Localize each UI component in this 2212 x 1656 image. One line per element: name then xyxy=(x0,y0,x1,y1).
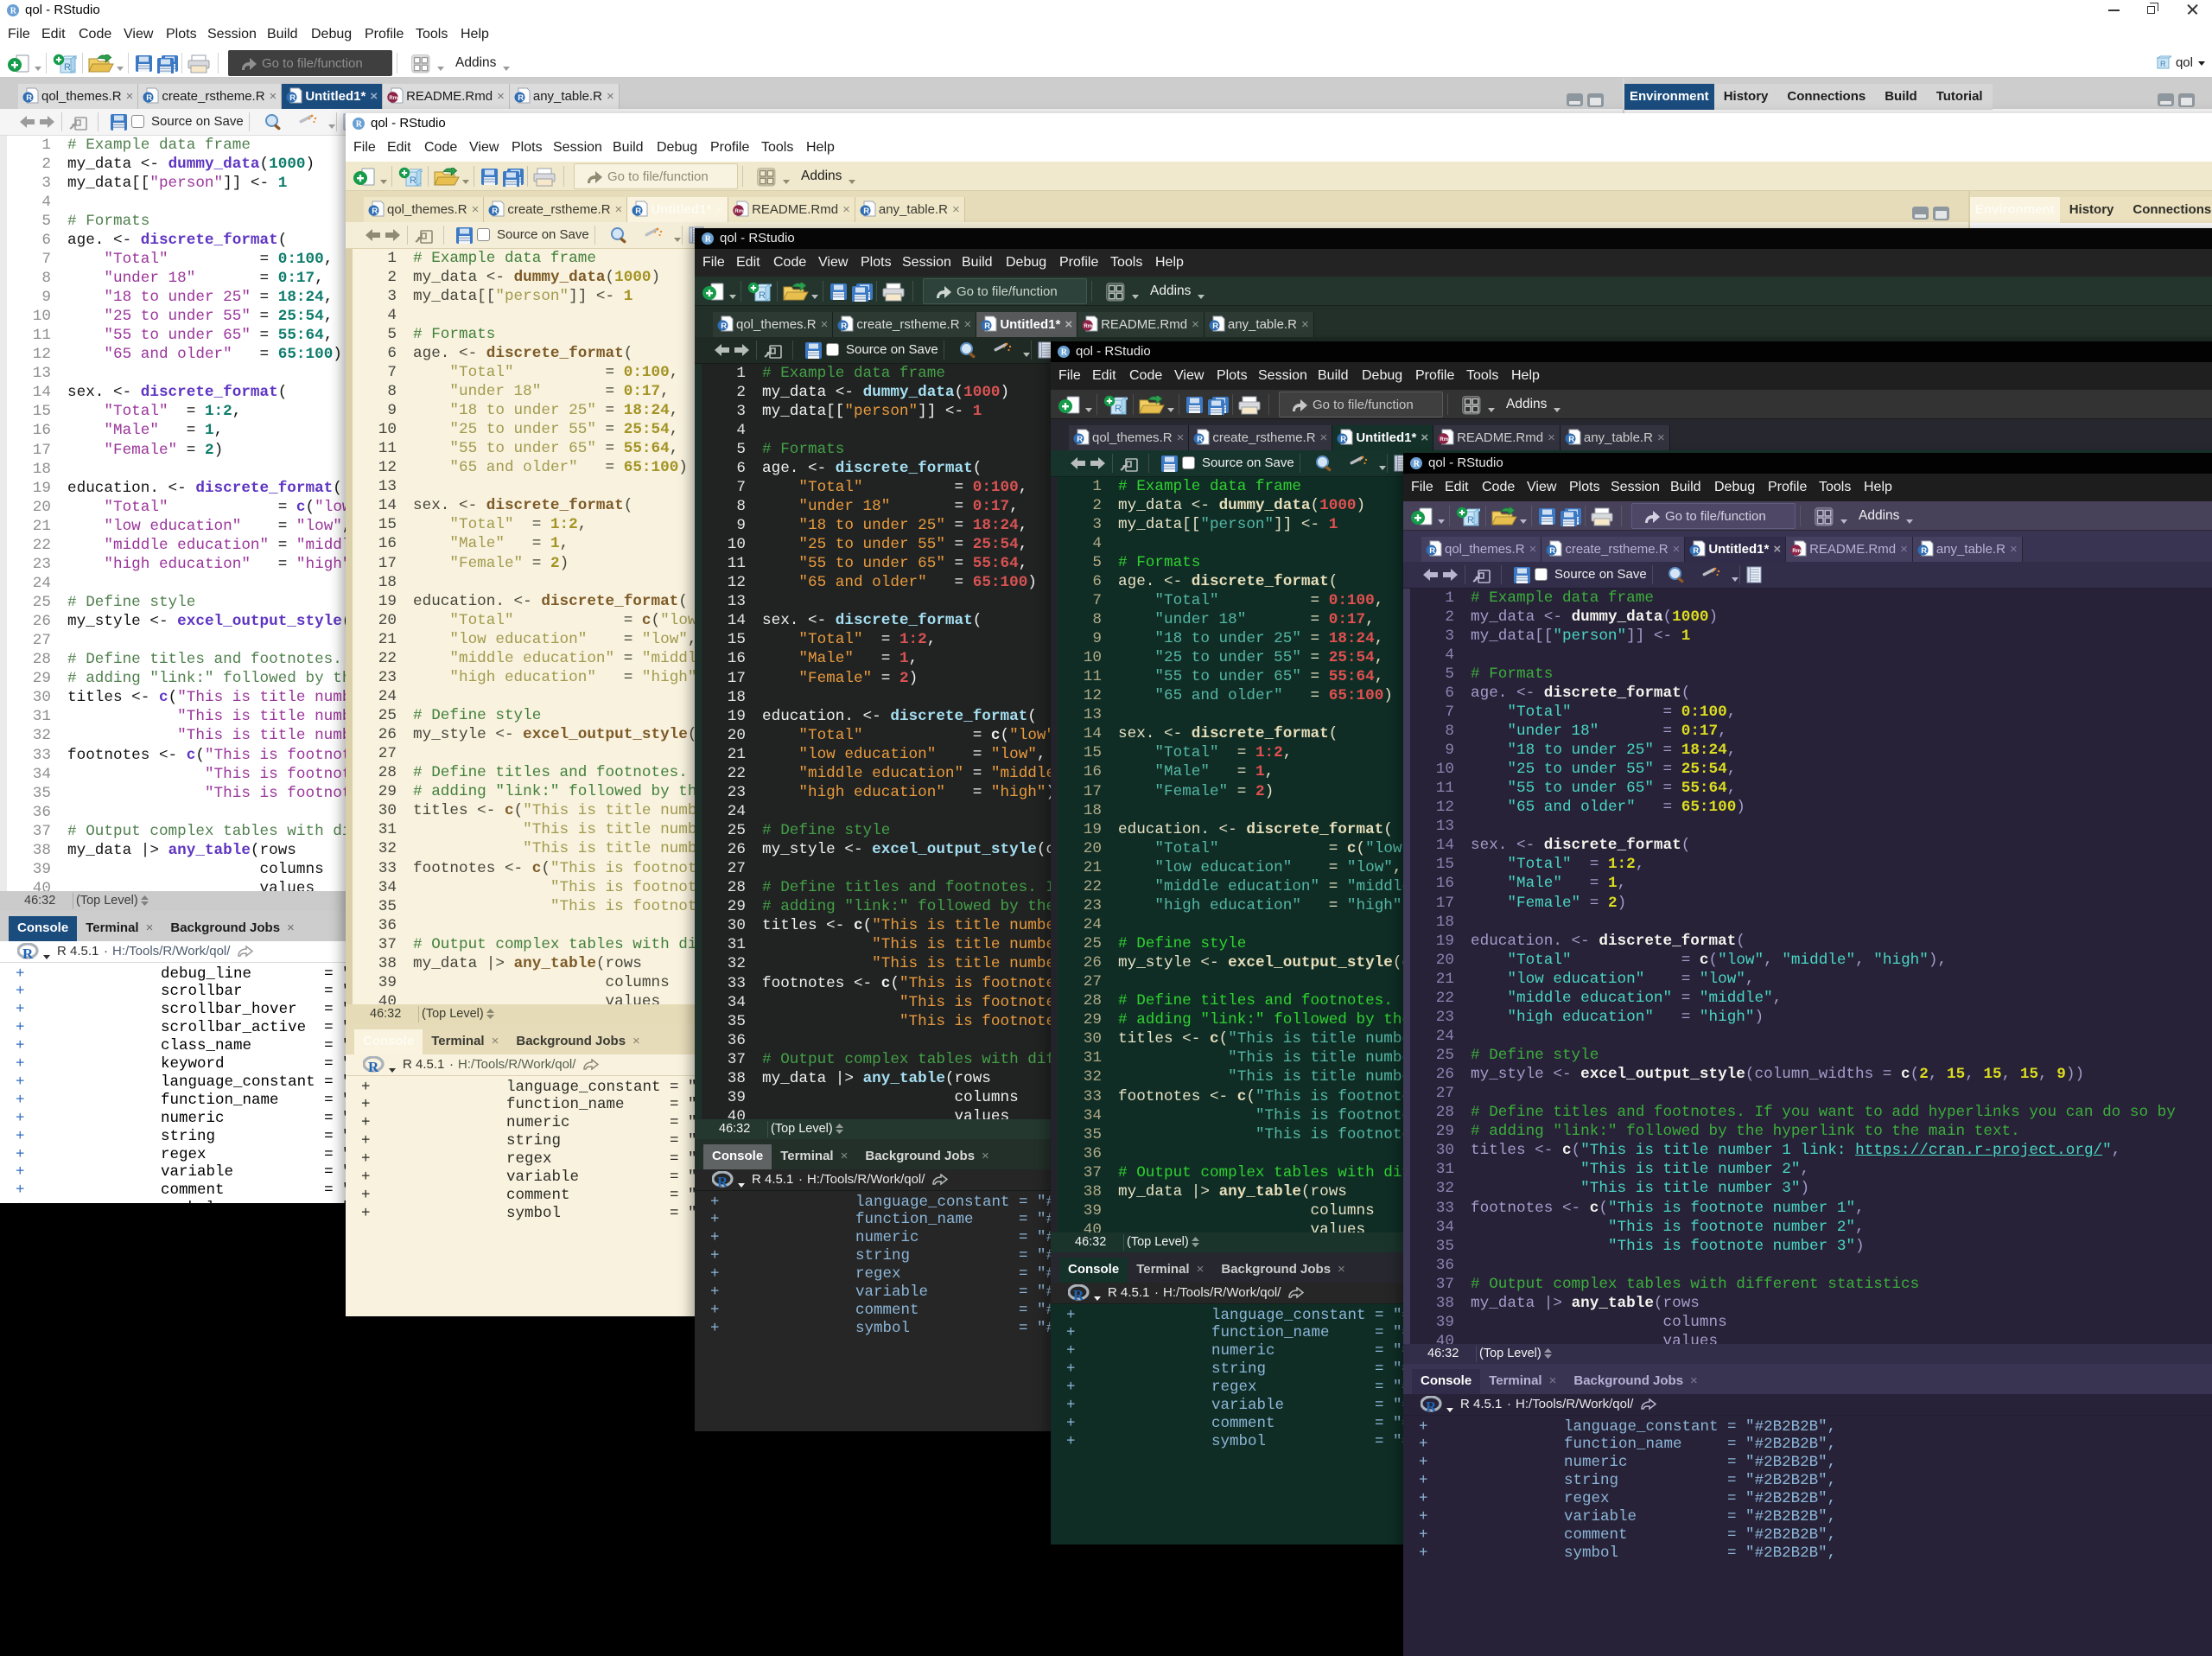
svg-text:R: R xyxy=(368,1059,379,1073)
svg-text:Rmd: Rmd xyxy=(1084,324,1096,329)
svg-text:Rmd: Rmd xyxy=(389,96,401,101)
svg-text:R: R xyxy=(759,290,766,301)
svg-text:R: R xyxy=(356,120,363,130)
svg-text:R: R xyxy=(147,93,153,103)
svg-text:Rmd: Rmd xyxy=(1440,437,1452,443)
svg-text:R: R xyxy=(1550,546,1556,556)
svg-text:R: R xyxy=(1426,1398,1437,1413)
svg-text:R: R xyxy=(290,93,296,103)
svg-text:R: R xyxy=(518,93,524,103)
svg-text:R: R xyxy=(10,7,17,16)
svg-text:R: R xyxy=(721,322,727,331)
svg-text:R: R xyxy=(1694,546,1700,556)
svg-text:R: R xyxy=(2160,60,2166,68)
svg-text:R: R xyxy=(1212,322,1218,331)
svg-text:Rmd: Rmd xyxy=(1792,549,1804,554)
svg-text:R: R xyxy=(1073,1287,1084,1302)
svg-text:R: R xyxy=(1077,435,1083,444)
svg-text:R: R xyxy=(1414,460,1421,469)
svg-text:R: R xyxy=(985,322,991,331)
svg-text:R: R xyxy=(1115,404,1122,414)
svg-text:R: R xyxy=(1429,546,1435,556)
svg-text:R: R xyxy=(1467,515,1474,525)
svg-text:R: R xyxy=(410,175,416,186)
svg-text:R: R xyxy=(636,207,642,216)
svg-text:R: R xyxy=(1568,435,1574,444)
svg-text:R: R xyxy=(717,1174,728,1188)
svg-text:R: R xyxy=(22,946,34,960)
svg-text:Rmd: Rmd xyxy=(734,209,747,214)
svg-text:R: R xyxy=(863,207,869,216)
svg-text:R: R xyxy=(64,62,71,73)
svg-text:R: R xyxy=(493,207,499,216)
svg-text:R: R xyxy=(1198,435,1204,444)
svg-text:R: R xyxy=(842,322,848,331)
svg-text:R: R xyxy=(705,235,712,245)
svg-text:R: R xyxy=(1341,435,1347,444)
svg-text:R: R xyxy=(26,93,32,103)
svg-text:R: R xyxy=(372,207,378,216)
svg-text:R: R xyxy=(1061,348,1068,358)
svg-text:R: R xyxy=(1921,546,1927,556)
